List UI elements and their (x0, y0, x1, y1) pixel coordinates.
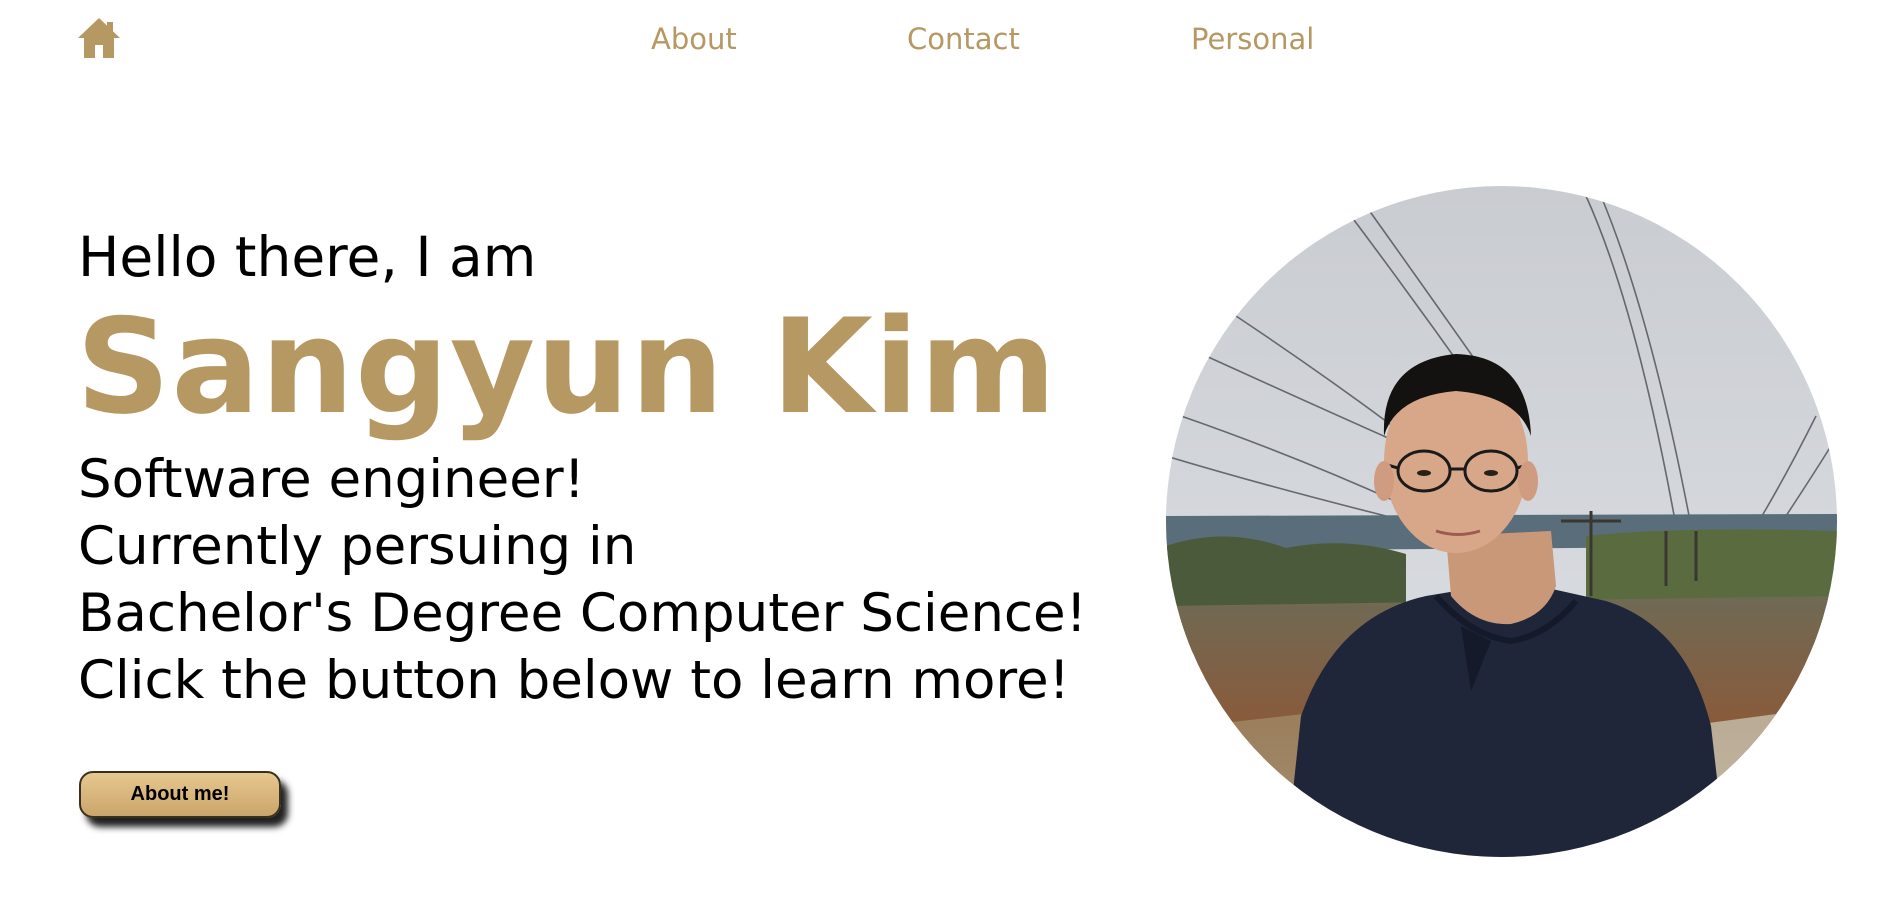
description-line: Currently persuing in (78, 516, 637, 577)
nav-link-personal[interactable]: Personal (1191, 22, 1314, 56)
about-me-button[interactable]: About me! (79, 771, 281, 818)
description-line: Software engineer! (78, 449, 585, 510)
name-heading: Sangyun Kim (76, 290, 1058, 443)
greeting-text: Hello there, I am (78, 225, 537, 289)
description-line: Click the button below to learn more! (78, 650, 1070, 711)
profile-photo-image (1166, 186, 1837, 857)
nav-link-contact[interactable]: Contact (907, 22, 1020, 56)
description-line: Bachelor's Degree Computer Science! (78, 583, 1087, 644)
top-nav: About Contact Personal (0, 0, 1877, 80)
nav-link-about[interactable]: About (651, 22, 737, 56)
description: Software engineer! Currently persuing in… (78, 446, 1087, 714)
home-icon[interactable] (76, 16, 122, 60)
profile-photo (1166, 186, 1837, 857)
intro-section: Hello there, I am Sangyun Kim Software e… (76, 222, 1087, 714)
